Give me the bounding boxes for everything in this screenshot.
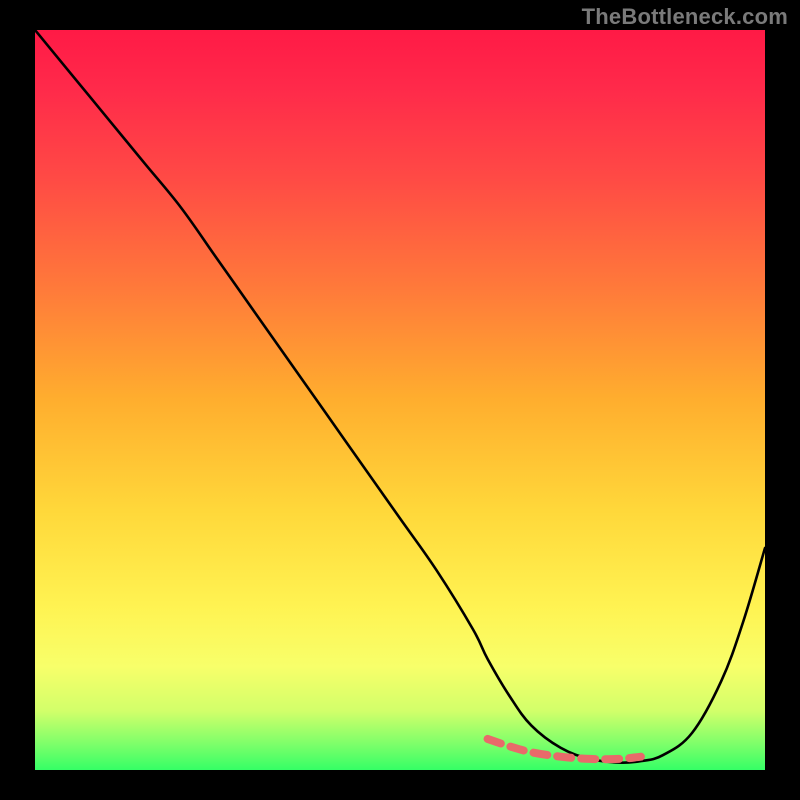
chart-frame: TheBottleneck.com	[0, 0, 800, 800]
plot-area	[35, 30, 765, 770]
gradient-background	[35, 30, 765, 770]
watermark-text: TheBottleneck.com	[582, 4, 788, 30]
chart-svg	[35, 30, 765, 770]
